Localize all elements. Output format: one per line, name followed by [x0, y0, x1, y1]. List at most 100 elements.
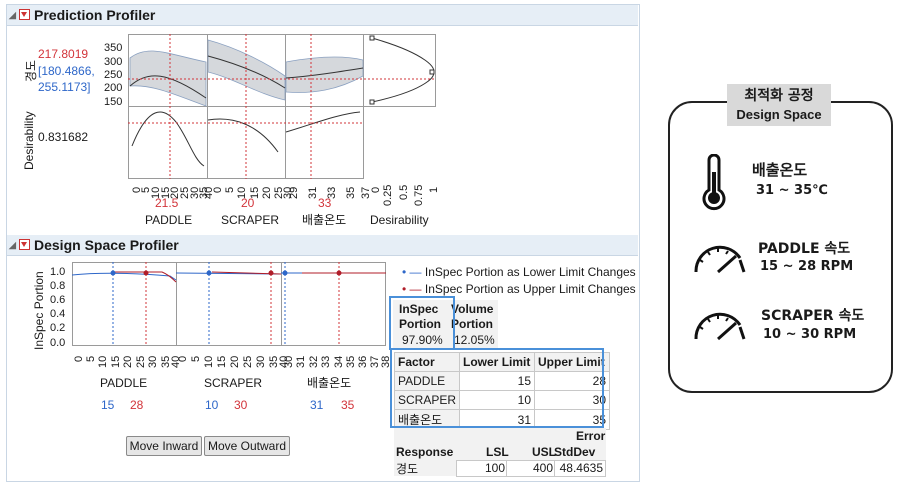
volume-header2: Portion — [451, 317, 493, 331]
card-title: 최적화 공정 Design Space — [727, 84, 831, 126]
card-title-line2: Design Space — [736, 107, 822, 122]
temp-upper-value[interactable]: 35 — [341, 398, 354, 412]
design-space-plots[interactable] — [72, 262, 388, 346]
x-tick: 31 — [295, 355, 307, 368]
dsp-scraper-label: SCRAPER — [204, 376, 263, 390]
col-header: Response — [396, 445, 454, 459]
lsl-cell[interactable]: 100 — [456, 460, 508, 477]
legend-lower: • — InSpec Portion as Lower Limit Change… — [402, 265, 636, 279]
y-tick: 200 — [104, 82, 123, 94]
x-tick: 29 — [288, 186, 300, 199]
volume-value: 12.05% — [454, 333, 495, 347]
x-tick: 15 — [216, 355, 228, 368]
y-tick: 0.2 — [50, 322, 66, 334]
col-header: LSL — [486, 445, 509, 459]
paddle-desir-cell — [128, 106, 208, 179]
x-tick: 10 — [97, 355, 109, 368]
response-name: 경도 — [396, 462, 419, 476]
legend-lower-label: InSpec Portion as Lower Limit Changes — [424, 265, 636, 279]
y-tick: 1.0 — [50, 266, 66, 278]
design-space-profiler-header[interactable]: ◢ Design Space Profiler — [7, 235, 638, 256]
y-tick: 300 — [104, 56, 123, 68]
y-tick: 0.0 — [50, 337, 66, 349]
y-tick: 0.6 — [50, 294, 66, 306]
y-tick: 0.4 — [50, 308, 66, 320]
desirability-axis-label: Desirability — [22, 111, 36, 170]
inspec-highlight-box — [389, 296, 455, 350]
scraper-item-range: 10 ~ 30 RPM — [763, 327, 857, 342]
x-tick: 5 — [190, 355, 202, 362]
predicted-value: 217.8019 — [38, 47, 89, 61]
paddle-axis-label: PADDLE — [145, 213, 193, 227]
thermometer-icon — [702, 154, 726, 211]
paddle-lower-point — [110, 270, 116, 276]
temp-desir-cell — [285, 106, 364, 179]
temp-lower-point — [282, 270, 288, 276]
x-tick: 20 — [122, 355, 134, 368]
red-menu-icon[interactable] — [19, 9, 30, 20]
scraper-upper-point — [268, 270, 274, 276]
desirability-function-curve — [371, 37, 434, 103]
volume-header: Volume — [451, 302, 494, 316]
x-tick: 0 — [177, 355, 189, 362]
desirability-value: 0.831682 — [38, 130, 89, 144]
scraper-dsp-cell — [176, 262, 282, 346]
col-header: Error — [576, 429, 606, 443]
paddle-upper-value[interactable]: 28 — [130, 398, 143, 412]
prediction-profiler-title: Prediction Profiler — [34, 7, 156, 23]
legend-dot-icon: • — — [402, 265, 422, 279]
confidence-interval: [180.4866, 255.1173] — [38, 63, 98, 95]
gauge-icon — [694, 245, 746, 274]
x-tick: 25 — [135, 355, 147, 368]
scraper-lower-point — [206, 270, 212, 276]
stddev-cell[interactable]: 48.4635 — [554, 460, 606, 477]
legend-upper-label: InSpec Portion as Upper Limit Changes — [424, 282, 636, 296]
prediction-profiler-plots[interactable] — [128, 34, 438, 180]
x-tick: 0 — [212, 186, 224, 193]
x-tick: 5 — [85, 355, 97, 362]
scraper-item-label: SCRAPER 속도 — [761, 308, 865, 324]
usl-value: 400 — [532, 461, 553, 475]
temp-current-value[interactable]: 33 — [318, 196, 331, 210]
scraper-current-value[interactable]: 20 — [241, 196, 254, 210]
desirability-handle — [369, 99, 375, 105]
x-tick: 34 — [333, 355, 345, 368]
x-tick: 0.5 — [398, 184, 410, 200]
temp-dsp-cell — [281, 262, 386, 346]
scraper-lower-value[interactable]: 10 — [205, 398, 218, 412]
paddle-current-value[interactable]: 21.5 — [155, 196, 178, 210]
usl-cell[interactable]: 400 — [506, 460, 556, 477]
scraper-desir-curve — [207, 118, 279, 153]
prediction-profiler-header[interactable]: ◢ Prediction Profiler — [7, 5, 638, 26]
temp-ci-band — [285, 56, 364, 93]
col-header: StdDev — [554, 445, 596, 459]
x-tick: 1 — [428, 186, 440, 193]
temp-lower-value[interactable]: 31 — [310, 398, 323, 412]
move-inward-button[interactable]: Move Inward — [126, 436, 202, 456]
paddle-item-range: 15 ~ 28 RPM — [760, 259, 854, 274]
y-tick: 250 — [104, 69, 123, 81]
x-tick: 0 — [370, 186, 382, 193]
paddle-lower-value[interactable]: 15 — [101, 398, 114, 412]
response-axis-label: 경도 — [24, 59, 38, 82]
dsp-temp-label: 배출온도 — [307, 376, 352, 390]
y-tick: 150 — [104, 96, 123, 108]
red-menu-icon[interactable] — [19, 239, 30, 250]
temp-item-range: 31 ~ 35℃ — [756, 183, 828, 198]
x-tick: 5 — [224, 186, 236, 193]
x-tick: 20 — [261, 186, 273, 199]
scraper-upper-value[interactable]: 30 — [234, 398, 247, 412]
design-space-profiler-title: Design Space Profiler — [34, 237, 179, 253]
move-outward-button[interactable]: Move Outward — [204, 436, 290, 456]
x-tick: 20 — [229, 355, 241, 368]
x-tick: 15 — [110, 355, 122, 368]
legend-upper: • — InSpec Portion as Upper Limit Change… — [402, 282, 636, 296]
stddev-value: 48.4635 — [559, 461, 603, 475]
paddle-desir-curve — [131, 111, 205, 167]
collapse-triangle-icon[interactable]: ◢ — [9, 5, 16, 25]
collapse-triangle-icon[interactable]: ◢ — [9, 235, 16, 255]
paddle-item-label: PADDLE 속도 — [758, 241, 851, 257]
scraper-axis-label: SCRAPER — [221, 213, 280, 227]
y-tick: 350 — [104, 42, 123, 54]
x-tick: 33 — [320, 355, 332, 368]
